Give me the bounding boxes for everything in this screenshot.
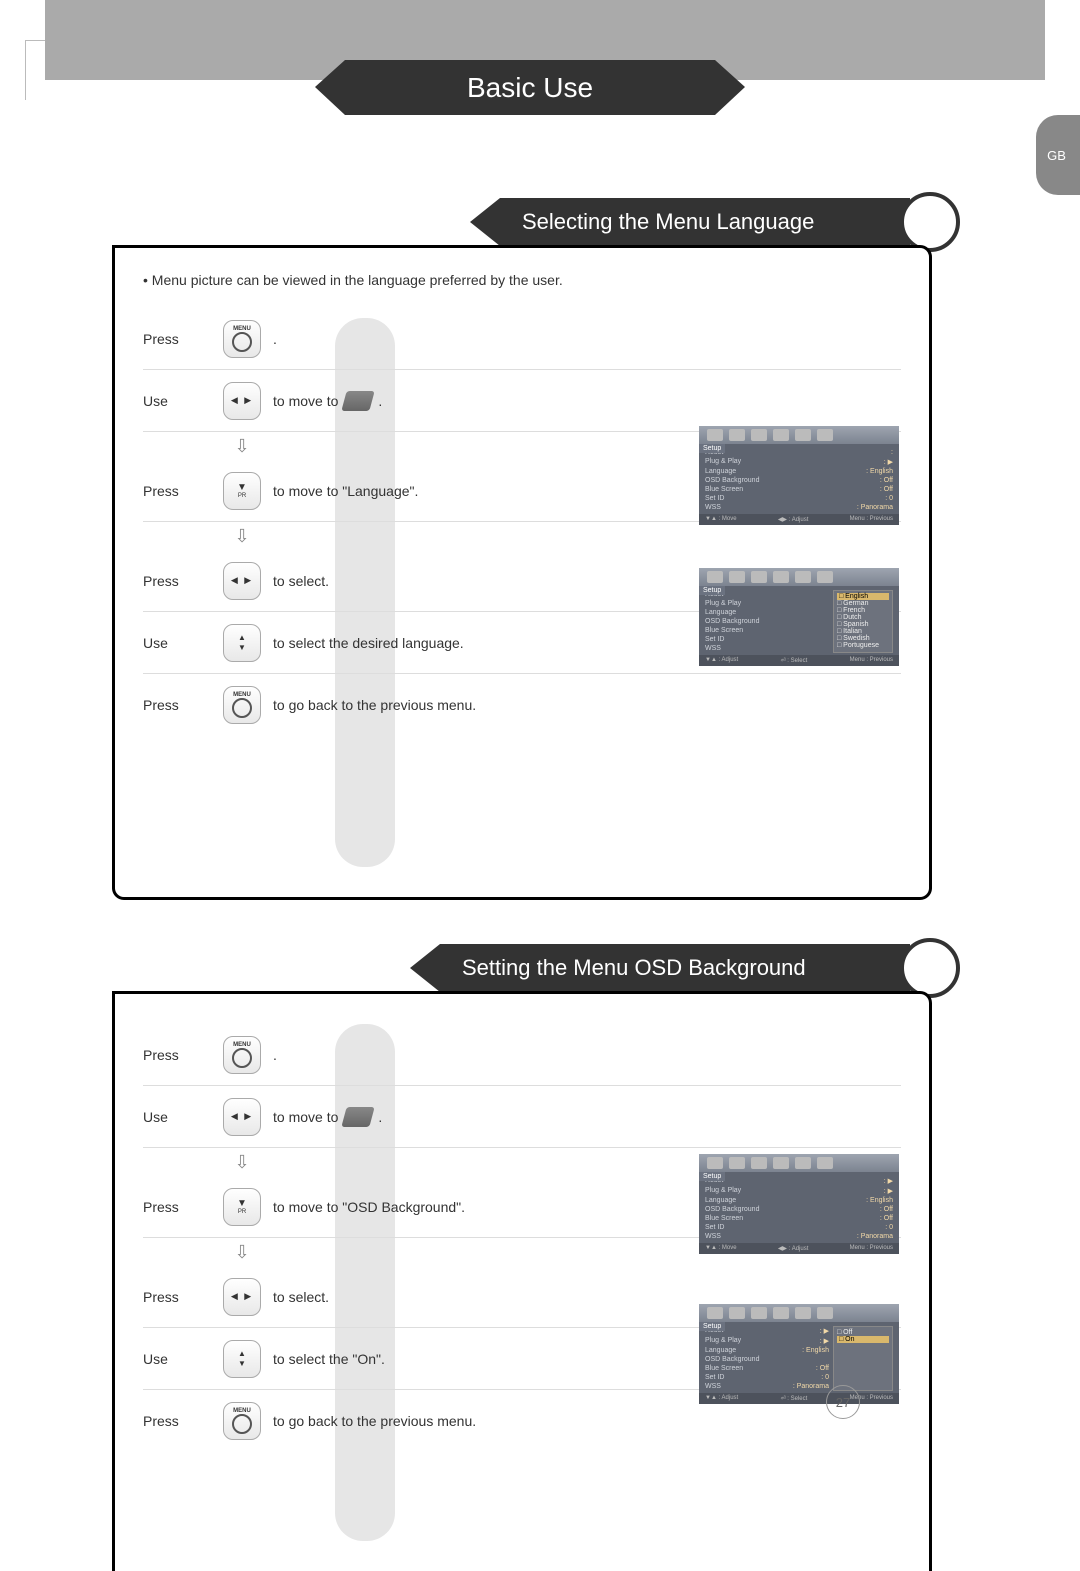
down-arrow-icon: ⇩ [211,1148,273,1176]
section1-steps: PressMENU.Useto move to.⇩Press▼PRto move… [115,298,929,766]
action-verb: Press [143,1289,211,1305]
instruction-row: Use to move to. [143,1086,901,1148]
osd-screenshot-osdbg-popup: Setup Reset: ▶Plug & Play: ▶Language: En… [699,1304,899,1404]
instruction-text: to go back to the previous menu. [273,1413,901,1429]
action-verb: Press [143,331,211,347]
down-arrow-icon: ⇩ [211,522,273,550]
action-verb: Press [143,573,211,589]
osd-screenshot-language-popup: Setup ResetPlug & PlayLanguageOSD Backgr… [699,568,899,666]
instruction-row: Press MENU. [143,1024,901,1086]
menu-button-icon: MENU [223,1036,261,1074]
section1-title: Selecting the Menu Language [500,198,910,246]
action-verb: Use [143,1109,211,1125]
action-verb: Press [143,1413,211,1429]
menu-button-icon: MENU [223,320,261,358]
down-button-icon: ▼PR [223,472,261,510]
section1-circle-icon [900,192,960,252]
instruction-row: Press MENU to go back to the previous menu… [143,674,901,736]
left-right-button-icon [223,562,261,600]
left-right-button-icon [223,382,261,420]
setup-icon [342,1107,375,1127]
instruction-text: . [273,1047,901,1063]
menu-button-icon: MENU [223,1402,261,1440]
up-down-button-icon [223,1340,261,1378]
action-verb: Use [143,393,211,409]
instruction-row: Press MENU. [143,308,901,370]
down-button-icon: ▼PR [223,1188,261,1226]
section1-intro: • Menu picture can be viewed in the lang… [115,248,929,298]
left-right-button-icon [223,1278,261,1316]
instruction-text: to go back to the previous menu. [273,697,901,713]
page-title: Basic Use [345,60,715,115]
osd-screenshot-setup: Setup Reset:Plug & Play: ▶Language: Engl… [699,426,899,525]
action-verb: Use [143,1351,211,1367]
instruction-row: Use to move to. [143,370,901,432]
action-verb: Press [143,1047,211,1063]
action-verb: Press [143,1199,211,1215]
section2-box: PressMENU.Useto move to.⇩Press▼PRto move… [112,991,932,1571]
left-right-button-icon [223,1098,261,1136]
instruction-text: . [273,331,901,347]
section2-title: Setting the Menu OSD Background [440,944,910,992]
osd-screenshot-setup: Setup Reset: ▶Plug & Play: ▶Language: En… [699,1154,899,1254]
section2-circle-icon [900,938,960,998]
section1-box: • Menu picture can be viewed in the lang… [112,245,932,900]
menu-button-icon: MENU [223,686,261,724]
instruction-text: to move to. [273,391,901,411]
page-number: 27 [826,1385,860,1419]
action-verb: Use [143,635,211,651]
down-arrow-icon: ⇩ [211,432,273,460]
action-verb: Press [143,483,211,499]
instruction-text: to select. [273,1289,901,1305]
up-down-button-icon [223,624,261,662]
instruction-text: to move to. [273,1107,901,1127]
setup-icon [342,391,375,411]
down-arrow-icon: ⇩ [211,1238,273,1266]
region-tab: GB [1036,115,1080,195]
action-verb: Press [143,697,211,713]
